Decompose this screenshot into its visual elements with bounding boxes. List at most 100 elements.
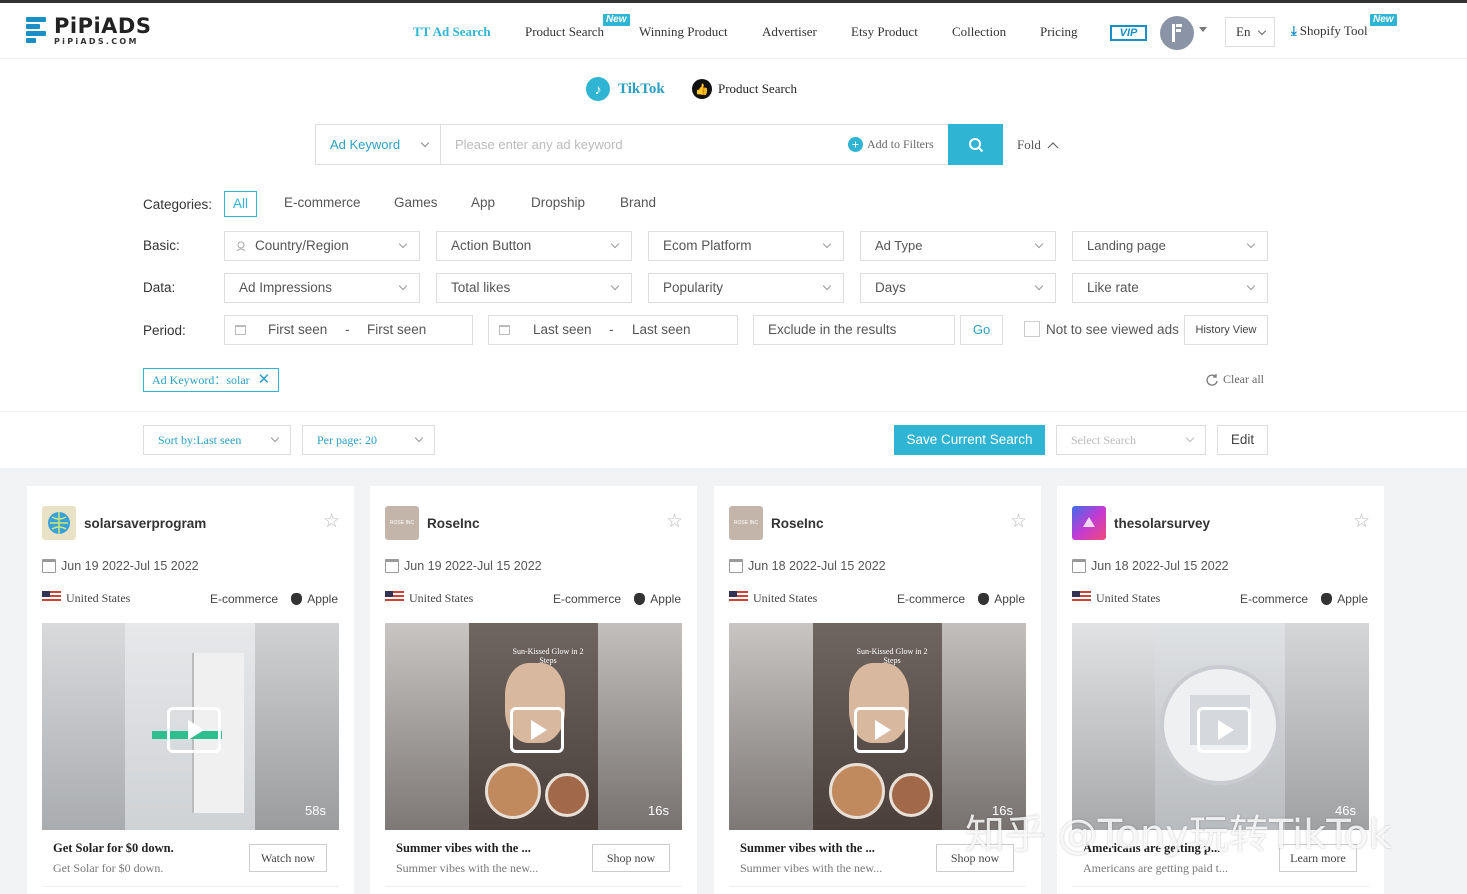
advertiser-avatar: ROSE INC bbox=[385, 506, 419, 540]
like-rate-select[interactable]: Like rate bbox=[1072, 273, 1268, 303]
apple-icon bbox=[634, 593, 646, 605]
per-page-select[interactable]: Per page: 20 bbox=[302, 425, 435, 455]
user-avatar[interactable] bbox=[1160, 16, 1194, 50]
nav-pricing[interactable]: Pricing bbox=[1040, 24, 1078, 40]
advertiser-name[interactable]: solarsaverprogram bbox=[84, 516, 206, 531]
tiktok-icon: ♪ bbox=[586, 77, 610, 101]
category-all[interactable]: All bbox=[224, 191, 258, 217]
video-thumbnail[interactable]: Sun-Kissed Glow in 2 Steps 16s bbox=[385, 623, 682, 830]
sort-select[interactable]: Sort by:Last seen bbox=[143, 425, 291, 455]
total-likes-select[interactable]: Total likes bbox=[436, 273, 632, 303]
category-games[interactable]: Games bbox=[394, 191, 438, 217]
search-icon bbox=[968, 137, 983, 152]
first-seen-range[interactable]: First seen - First seen bbox=[224, 315, 473, 345]
star-icon[interactable]: ☆ bbox=[1353, 512, 1370, 532]
not-viewed-checkbox[interactable] bbox=[1024, 321, 1040, 337]
ad-os: Apple bbox=[650, 592, 681, 606]
video-thumbnail[interactable]: Sun-Kissed Glow in 2 Steps 16s bbox=[729, 623, 1026, 830]
fold-label: Fold bbox=[1017, 137, 1041, 152]
ad-impressions-select[interactable]: Ad Impressions bbox=[224, 273, 420, 303]
tab-tiktok[interactable]: ♪ TikTok bbox=[586, 77, 665, 101]
history-view-button[interactable]: History View bbox=[1184, 315, 1268, 345]
vip-badge[interactable]: VIP bbox=[1110, 25, 1147, 41]
save-current-search-button[interactable]: Save Current Search bbox=[894, 425, 1045, 455]
play-icon[interactable] bbox=[854, 707, 908, 753]
advertiser-name[interactable]: RoseInc bbox=[427, 516, 480, 531]
nav-etsy-product[interactable]: Etsy Product bbox=[851, 24, 918, 40]
category-app[interactable]: App bbox=[471, 191, 495, 217]
close-icon[interactable]: ✕ bbox=[258, 369, 271, 391]
pipiads-logo[interactable]: PiPiADS PiPiADS.COM bbox=[26, 15, 152, 47]
days-select[interactable]: Days bbox=[860, 273, 1056, 303]
search-input[interactable] bbox=[441, 125, 841, 164]
popularity-select[interactable]: Popularity bbox=[648, 273, 844, 303]
action-button-label: Action Button bbox=[451, 238, 532, 253]
us-flag-icon bbox=[729, 591, 748, 603]
nav-advertiser[interactable]: Advertiser bbox=[762, 24, 817, 40]
ad-type-select[interactable]: Ad Type bbox=[860, 231, 1056, 261]
ad-category: E-commerce bbox=[210, 592, 279, 606]
chevron-down-icon[interactable] bbox=[1199, 27, 1207, 32]
play-icon[interactable] bbox=[1197, 707, 1251, 753]
select-search-dropdown[interactable]: Select Search bbox=[1056, 425, 1206, 455]
ad-card[interactable]: solarsaverprogram ☆ Jun 19 2022-Jul 15 2… bbox=[27, 486, 354, 894]
category-ecommerce[interactable]: E-commerce bbox=[284, 191, 361, 217]
ad-card[interactable]: ROSE INC RoseInc ☆ Jun 19 2022-Jul 15 20… bbox=[370, 486, 697, 894]
ad-os: Apple bbox=[307, 592, 338, 606]
thumbs-up-icon: 👍 bbox=[692, 79, 712, 99]
video-thumbnail[interactable]: 58s bbox=[42, 623, 339, 830]
nav-collection[interactable]: Collection bbox=[952, 24, 1006, 40]
ecom-platform-select[interactable]: Ecom Platform bbox=[648, 231, 844, 261]
add-to-filters-button[interactable]: + Add to Filters bbox=[848, 137, 934, 152]
ad-country: United States bbox=[1096, 591, 1161, 605]
language-select[interactable]: En bbox=[1225, 17, 1275, 47]
search-button[interactable] bbox=[948, 124, 1003, 165]
play-icon[interactable] bbox=[167, 707, 221, 753]
advertiser-name[interactable]: thesolarsurvey bbox=[1114, 516, 1210, 531]
star-icon[interactable]: ☆ bbox=[1010, 512, 1027, 532]
calendar-icon bbox=[235, 325, 246, 335]
ad-date-range: Jun 18 2022-Jul 15 2022 bbox=[1091, 559, 1229, 573]
landing-page-select[interactable]: Landing page bbox=[1072, 231, 1268, 261]
exclude-placeholder: Exclude in the results bbox=[768, 322, 897, 337]
ad-country: United States bbox=[66, 591, 131, 605]
new-badge: New bbox=[603, 14, 630, 26]
cta-button[interactable]: Shop now bbox=[592, 844, 670, 872]
search-type-select[interactable]: Ad Keyword bbox=[316, 125, 441, 164]
chevron-down-icon bbox=[610, 239, 620, 249]
ad-subtitle: Americans are getting paid t... bbox=[1083, 861, 1228, 875]
star-icon[interactable]: ☆ bbox=[323, 512, 340, 532]
country-region-select[interactable]: Country/Region bbox=[224, 231, 420, 261]
nav-tt-ad-search[interactable]: TT Ad Search bbox=[413, 24, 491, 40]
action-button-select[interactable]: Action Button bbox=[436, 231, 632, 261]
ad-title: Get Solar for $0 down. bbox=[53, 841, 174, 855]
edit-button[interactable]: Edit bbox=[1217, 425, 1268, 455]
top-header: PiPiADS PiPiADS.COM TT Ad Search Product… bbox=[0, 3, 1467, 59]
ad-subtitle: Get Solar for $0 down. bbox=[53, 861, 164, 875]
advertiser-name[interactable]: RoseInc bbox=[771, 516, 824, 531]
last-seen-range[interactable]: Last seen - Last seen bbox=[488, 315, 738, 345]
clear-all-button[interactable]: Clear all bbox=[1205, 372, 1264, 387]
category-brand[interactable]: Brand bbox=[620, 191, 656, 217]
category-dropship[interactable]: Dropship bbox=[531, 191, 585, 217]
nav-product-search[interactable]: Product Search bbox=[525, 24, 604, 40]
video-overlay-text: Sun-Kissed Glow in 2 Steps bbox=[856, 647, 928, 665]
data-label: Data: bbox=[143, 280, 176, 295]
nav-winning-product[interactable]: Winning Product bbox=[639, 24, 728, 40]
fold-toggle[interactable]: Fold bbox=[1017, 137, 1059, 153]
exclude-input[interactable]: Exclude in the results bbox=[753, 315, 955, 345]
shopify-tool-link[interactable]: ⤓ Shopify Tool bbox=[1291, 23, 1368, 39]
play-icon[interactable] bbox=[510, 707, 564, 753]
chevron-up-icon bbox=[1047, 142, 1059, 149]
last-seen-from: Last seen bbox=[533, 322, 592, 337]
star-icon[interactable]: ☆ bbox=[666, 512, 683, 532]
video-thumbnail[interactable]: 46s bbox=[1072, 623, 1369, 830]
cta-button[interactable]: Watch now bbox=[249, 844, 327, 872]
go-button[interactable]: Go bbox=[960, 315, 1003, 345]
language-label: En bbox=[1236, 24, 1251, 39]
search-bar: Ad Keyword + Add to Filters bbox=[315, 124, 1003, 165]
first-seen-from: First seen bbox=[268, 322, 328, 337]
add-to-filters-label: Add to Filters bbox=[867, 137, 934, 151]
tab-product-search[interactable]: 👍 Product Search bbox=[692, 79, 797, 99]
like-rate-label: Like rate bbox=[1087, 280, 1139, 295]
